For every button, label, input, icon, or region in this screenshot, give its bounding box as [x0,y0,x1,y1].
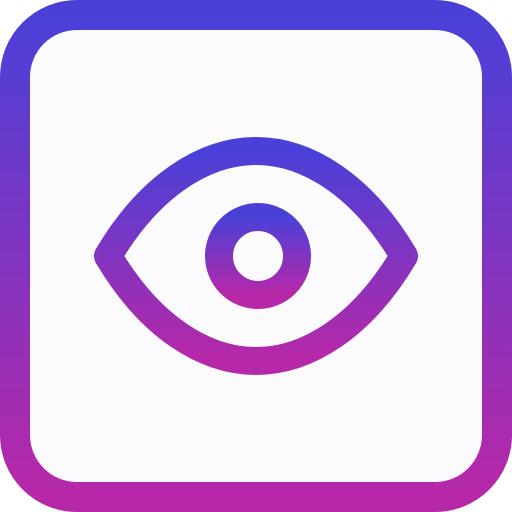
eye-icon-badge [0,0,512,512]
rounded-square-frame [0,0,512,512]
